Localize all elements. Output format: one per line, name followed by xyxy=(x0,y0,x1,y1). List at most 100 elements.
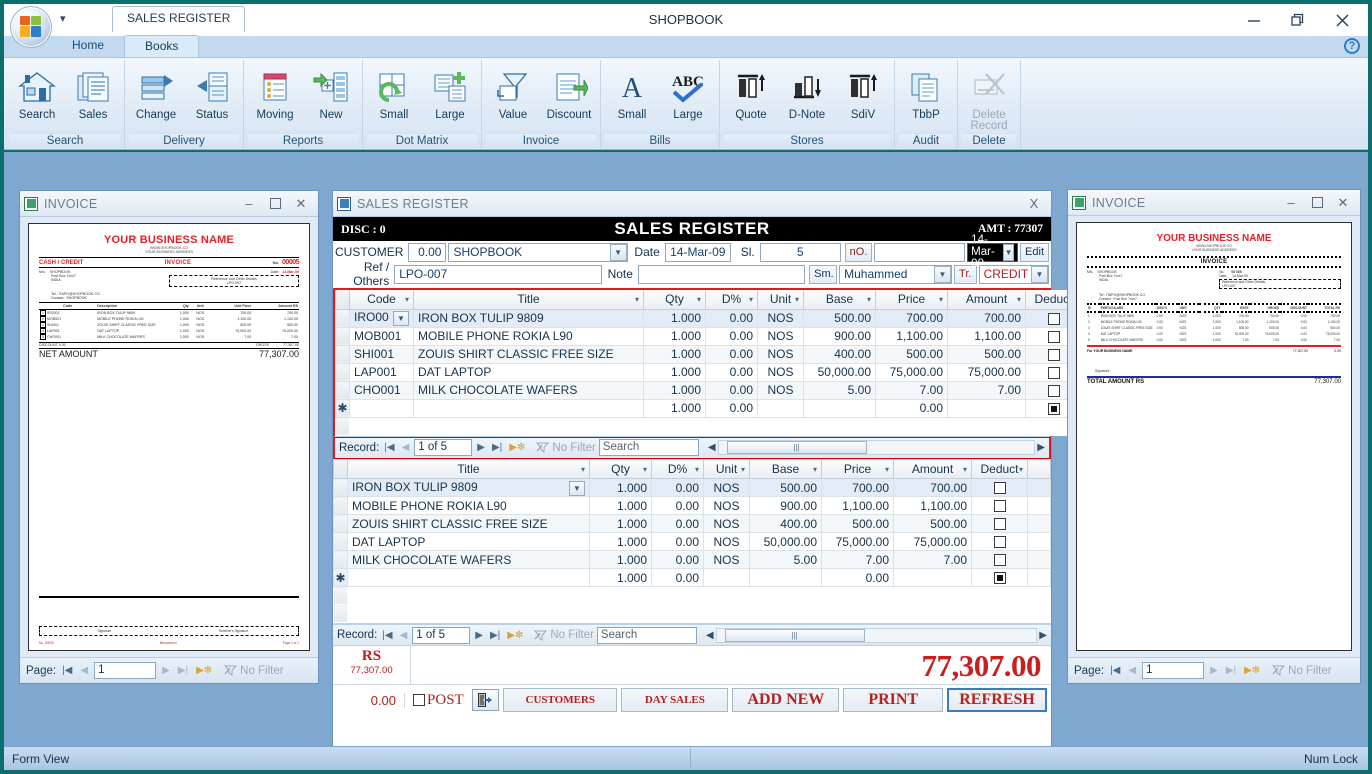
table-row[interactable]: CHO001 MILK CHOCOLATE WAFERS 1.000 0.00 NOS 5… xyxy=(335,380,1082,400)
column-header-qty[interactable]: Qty ▾ xyxy=(589,459,652,479)
cell-base[interactable]: 900.00 xyxy=(749,496,822,515)
cell-title[interactable]: DAT LAPTOP xyxy=(413,362,644,382)
cell-dpct[interactable]: 0.00 xyxy=(705,308,758,328)
deduct-checkbox[interactable] xyxy=(993,500,1006,513)
scroll-left-icon[interactable]: ◀ xyxy=(706,630,714,641)
deduct-checkbox[interactable] xyxy=(1047,384,1060,397)
table-row[interactable]: IRON BOX TULIP 9809 ▼ 1.000 0.00 NOS 500.00 70… xyxy=(333,478,1051,497)
cell-price[interactable]: 75,000.00 xyxy=(821,532,894,551)
chevron-down-icon[interactable]: ▼ xyxy=(393,311,409,326)
sort-arrow-icon[interactable]: ▾ xyxy=(885,465,889,474)
search-input[interactable]: Search xyxy=(598,439,699,456)
ribbon-button-search[interactable]: Search xyxy=(10,63,64,121)
sort-arrow-icon[interactable]: ▾ xyxy=(581,465,585,474)
cell-deduct[interactable] xyxy=(971,496,1028,515)
minimize-icon[interactable]: – xyxy=(236,193,262,215)
day-sales-button[interactable]: DAY SALES xyxy=(621,688,729,712)
cell-deduct[interactable] xyxy=(971,478,1028,497)
report-canvas[interactable]: YOUR BUSINESS NAME WWW.SHOPBOOK.CO YOUR … xyxy=(1068,216,1360,657)
column-header-title[interactable]: Title ▾ xyxy=(347,459,590,479)
ribbon-button-status[interactable]: Status xyxy=(185,63,239,121)
ribbon-button-small[interactable]: Small xyxy=(367,63,421,121)
cell-dpct[interactable]: 0.00 xyxy=(705,362,758,382)
ref-others-field[interactable]: LPO-007 xyxy=(394,264,603,284)
cell-dpct[interactable]: 0.00 xyxy=(705,398,758,418)
cell-deduct[interactable] xyxy=(971,550,1028,569)
column-header-qty[interactable]: Qty ▾ xyxy=(643,290,706,310)
deduct-checkbox[interactable] xyxy=(1047,330,1060,343)
cell-price[interactable]: 7.00 xyxy=(821,550,894,569)
column-header-dpct[interactable]: D% ▾ xyxy=(651,459,704,479)
cell-amount[interactable]: 1,100.00 xyxy=(893,496,972,515)
cell-title[interactable]: MILK CHOCOLATE WAFERS xyxy=(413,380,644,400)
deduct-checkbox[interactable] xyxy=(993,482,1006,495)
ribbon-button-value[interactable]: Value xyxy=(486,63,540,121)
quick-access-toolbar-chevron-down-icon[interactable]: ▾ xyxy=(60,12,66,25)
sort-arrow-icon[interactable]: ▾ xyxy=(635,295,639,304)
previous-page-icon[interactable]: ◀ xyxy=(1126,665,1138,676)
no-filter-button[interactable]: No Filter xyxy=(224,665,284,677)
cell-title[interactable]: IRON BOX TULIP 9809 ▼ xyxy=(347,478,590,497)
next-page-icon[interactable]: ▶ xyxy=(160,665,172,676)
cell-amount[interactable]: 75,000.00 xyxy=(947,362,1026,382)
select-all-corner[interactable] xyxy=(333,459,348,479)
refresh-button[interactable]: REFRESH xyxy=(947,688,1047,712)
cell-base[interactable]: 400.00 xyxy=(803,344,876,364)
cell-price[interactable]: 700.00 xyxy=(821,478,894,497)
column-header-unit[interactable]: Unit ▾ xyxy=(703,459,750,479)
cell-title[interactable]: MILK CHOCOLATE WAFERS xyxy=(347,550,590,569)
sort-arrow-icon[interactable]: ▾ xyxy=(795,295,799,304)
column-header-amount[interactable]: Amount ▾ xyxy=(893,459,972,479)
last-page-icon[interactable]: ▶| xyxy=(1224,665,1238,676)
cell-amount[interactable]: 1,100.00 xyxy=(947,326,1026,346)
scroll-track[interactable]: ||| xyxy=(715,627,1038,643)
new-record-icon[interactable]: ▶✻ xyxy=(507,442,527,453)
cell-qty[interactable]: 1.000 xyxy=(589,496,652,515)
restore-icon[interactable] xyxy=(1304,192,1330,214)
new-record-row[interactable]: ✱ 1.000 0.00 0.00 xyxy=(333,568,1051,587)
first-page-icon[interactable]: |◀ xyxy=(1108,665,1122,676)
scroll-thumb[interactable]: ||| xyxy=(724,628,865,642)
search-input[interactable]: Search xyxy=(596,626,697,644)
cell-amount[interactable]: 700.00 xyxy=(947,308,1026,328)
row-selector[interactable] xyxy=(333,514,348,533)
deduct-checkbox[interactable] xyxy=(993,554,1006,567)
post-checkbox[interactable] xyxy=(413,694,426,706)
table-row[interactable]: MOB001 MOBILE PHONE ROKIA L90 1.000 0.00 NOS… xyxy=(335,326,1082,346)
tab-books[interactable]: Books xyxy=(124,35,200,57)
column-header-deduct[interactable]: Deduct▾ xyxy=(971,459,1028,479)
record-position-input[interactable]: 1 of 5 xyxy=(414,439,473,456)
sort-arrow-icon[interactable]: ▾ xyxy=(749,295,753,304)
table-row[interactable]: MOBILE PHONE ROKIA L90 1.000 0.00 NOS 900.00… xyxy=(333,496,1051,515)
sort-arrow-icon[interactable]: ▾ xyxy=(741,465,745,474)
cell-title[interactable]: DAT LAPTOP xyxy=(347,532,590,551)
sort-arrow-icon[interactable]: ▾ xyxy=(643,465,647,474)
sort-arrow-icon[interactable]: ▾ xyxy=(405,295,409,304)
no-button[interactable]: nO. xyxy=(844,242,873,262)
deduct-checkbox[interactable] xyxy=(1047,348,1060,361)
row-selector[interactable] xyxy=(335,344,350,364)
cell-amount[interactable]: 500.00 xyxy=(893,514,972,533)
cell-base[interactable]: 400.00 xyxy=(749,514,822,533)
cell-title[interactable]: MOBILE PHONE ROKIA L90 xyxy=(347,496,590,515)
new-record-marker[interactable]: ✱ xyxy=(333,568,348,587)
ribbon-button-sdiv[interactable]: SdiV xyxy=(836,63,890,121)
close-icon[interactable]: X xyxy=(1021,193,1047,215)
previous-page-icon[interactable]: ◀ xyxy=(78,665,90,676)
row-selector[interactable] xyxy=(333,550,348,569)
row-selector[interactable] xyxy=(335,362,350,382)
table-row[interactable]: MILK CHOCOLATE WAFERS 1.000 0.00 NOS 5.00 7.0… xyxy=(333,550,1051,569)
posted-date-field[interactable]: 14-Mar-09 ▼ xyxy=(967,234,1019,270)
table-row[interactable]: LAP001 DAT LAPTOP 1.000 0.00 NOS 50,000.00 75,… xyxy=(335,362,1082,382)
scroll-right-icon[interactable]: ▶ xyxy=(1039,630,1047,641)
sort-arrow-icon[interactable]: ▾ xyxy=(695,465,699,474)
column-header-code[interactable]: Code ▾ xyxy=(349,290,414,310)
row-selector[interactable] xyxy=(335,326,350,346)
exit-button[interactable] xyxy=(471,689,500,711)
ribbon-button-change[interactable]: Change xyxy=(129,63,183,121)
ribbon-button-sales[interactable]: Sales xyxy=(66,63,120,121)
cell-base[interactable]: 5.00 xyxy=(749,550,822,569)
table-row[interactable]: DAT LAPTOP 1.000 0.00 NOS 50,000.00 75,000.00… xyxy=(333,532,1051,551)
cell-price[interactable]: 75,000.00 xyxy=(875,362,948,382)
column-header-dpct[interactable]: D% ▾ xyxy=(705,290,758,310)
